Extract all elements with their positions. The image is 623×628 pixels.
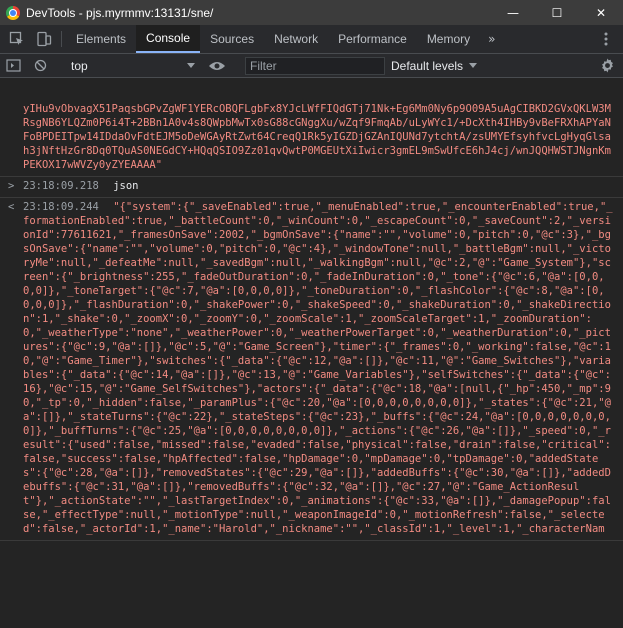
command-text: json (113, 180, 139, 192)
tab-network[interactable]: Network (264, 25, 328, 53)
tab-console[interactable]: Console (136, 25, 201, 53)
log-levels-label: Default levels (391, 58, 464, 73)
console-result-message: yIHu9vObvagX51PaqsbGPvZgWF1YERcOBQFLgbFx… (0, 79, 623, 177)
maximize-button[interactable]: ☐ (535, 0, 579, 25)
minimize-button[interactable]: — (491, 0, 535, 25)
live-expression-eye-icon[interactable] (203, 60, 230, 72)
tab-performance[interactable]: Performance (328, 25, 417, 53)
timestamp: 23:18:09.218 (23, 180, 99, 192)
context-label: top (71, 58, 88, 73)
tab-elements[interactable]: Elements (66, 25, 136, 53)
close-button[interactable]: ✕ (579, 0, 623, 25)
console-output[interactable]: yIHu9vObvagX51PaqsbGPvZgWF1YERcOBQFLgbFx… (0, 79, 623, 628)
more-options-icon[interactable] (592, 25, 619, 53)
inspect-element-icon[interactable] (3, 25, 30, 53)
more-tabs-button[interactable]: » (480, 25, 503, 53)
devtools-main-toolbar: Elements Console Sources Network Perform… (0, 25, 623, 54)
result-arrow-icon: < (8, 201, 15, 213)
result-string: "{"system":{"_saveEnabled":true,"_menuEn… (23, 201, 613, 535)
dropdown-arrow-icon (469, 63, 478, 68)
log-levels-dropdown[interactable]: Default levels (391, 58, 478, 73)
show-sidebar-icon[interactable] (0, 59, 27, 72)
console-toolbar: top Default levels (0, 54, 623, 78)
context-selector[interactable]: top (63, 59, 203, 73)
input-prompt-chevron-icon: > (8, 180, 15, 192)
result-string: yIHu9vObvagX51PaqsbGPvZgWF1YERcOBQFLgbFx… (23, 103, 611, 171)
window-controls: — ☐ ✕ (491, 0, 623, 25)
console-settings-gear-icon[interactable] (594, 58, 621, 73)
tab-sources[interactable]: Sources (200, 25, 264, 53)
device-toolbar-icon[interactable] (30, 25, 57, 53)
timestamp: 23:18:09.244 (23, 201, 99, 213)
toolbar-divider (61, 31, 62, 47)
window-titlebar: DevTools - pjs.myrmmv:13131/sne/ — ☐ ✕ (0, 0, 623, 25)
filter-input[interactable] (245, 56, 385, 75)
clear-console-icon[interactable] (27, 59, 54, 72)
chrome-icon (6, 5, 20, 20)
window-title: DevTools - pjs.myrmmv:13131/sne/ (26, 5, 214, 20)
tab-memory[interactable]: Memory (417, 25, 480, 53)
dropdown-arrow-icon (187, 63, 195, 68)
console-result-message: < 23:18:09.244 "{"system":{"_saveEnabled… (0, 198, 623, 541)
console-command-message: > 23:18:09.218 json (0, 177, 623, 198)
